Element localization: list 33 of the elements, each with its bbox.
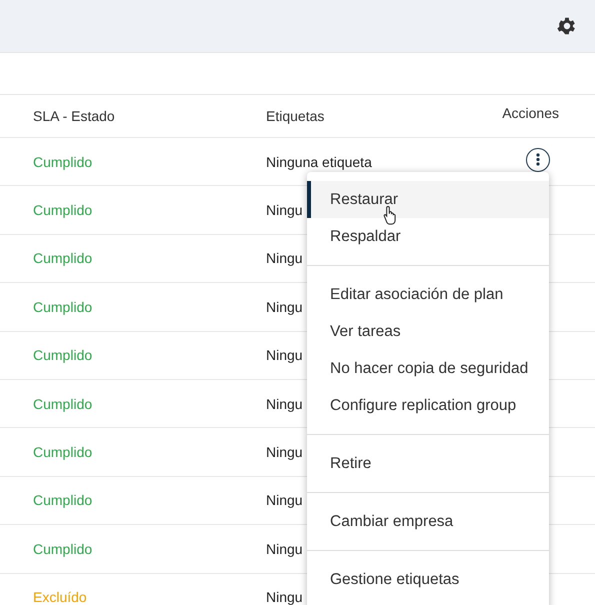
sla-status: Cumplido bbox=[33, 492, 92, 508]
sla-status: Cumplido bbox=[33, 250, 92, 266]
menu-item[interactable]: Gestione etiquetas bbox=[307, 561, 549, 598]
column-header: SLA - Estado bbox=[33, 108, 115, 124]
tags-cell: Ningu bbox=[266, 396, 303, 412]
tags-cell: Ningu bbox=[266, 298, 303, 315]
menu-item[interactable]: Retire bbox=[307, 445, 549, 482]
tags-cell: Ningu bbox=[266, 492, 303, 508]
menu-item[interactable]: Respaldar bbox=[307, 218, 549, 255]
tags-cell: Ningu bbox=[266, 540, 303, 557]
menu-item[interactable]: Configure replication group bbox=[307, 387, 549, 424]
menu-item[interactable]: Editar asociación de plan bbox=[307, 276, 549, 313]
sla-status: Cumplido bbox=[33, 202, 92, 218]
tags-cell: Ningu bbox=[266, 202, 303, 218]
menu-item[interactable]: Cambiar empresa bbox=[307, 503, 549, 540]
menu-item[interactable]: Restaurar bbox=[307, 181, 549, 218]
sla-status: Excluído bbox=[33, 589, 87, 605]
more-actions-button[interactable] bbox=[526, 148, 550, 172]
sla-status: Cumplido bbox=[33, 347, 92, 364]
tags-cell: Ningu bbox=[266, 444, 303, 460]
menu-item[interactable]: No hacer copia de seguridad bbox=[307, 350, 549, 387]
kebab-icon bbox=[536, 153, 540, 166]
column-header: Acciones bbox=[502, 105, 559, 121]
tags-cell: Ninguna etiqueta bbox=[266, 154, 372, 170]
menu-item[interactable]: Ver tareas bbox=[307, 313, 549, 350]
sla-status: Cumplido bbox=[33, 444, 92, 460]
tags-cell: Ningu bbox=[266, 589, 303, 605]
sla-status: Cumplido bbox=[33, 154, 92, 170]
tags-cell: Ningu bbox=[266, 347, 303, 364]
sla-status: Cumplido bbox=[33, 396, 92, 412]
sla-status: Cumplido bbox=[33, 298, 92, 315]
sla-status: Cumplido bbox=[33, 540, 92, 557]
tags-cell: Ningu bbox=[266, 250, 303, 266]
